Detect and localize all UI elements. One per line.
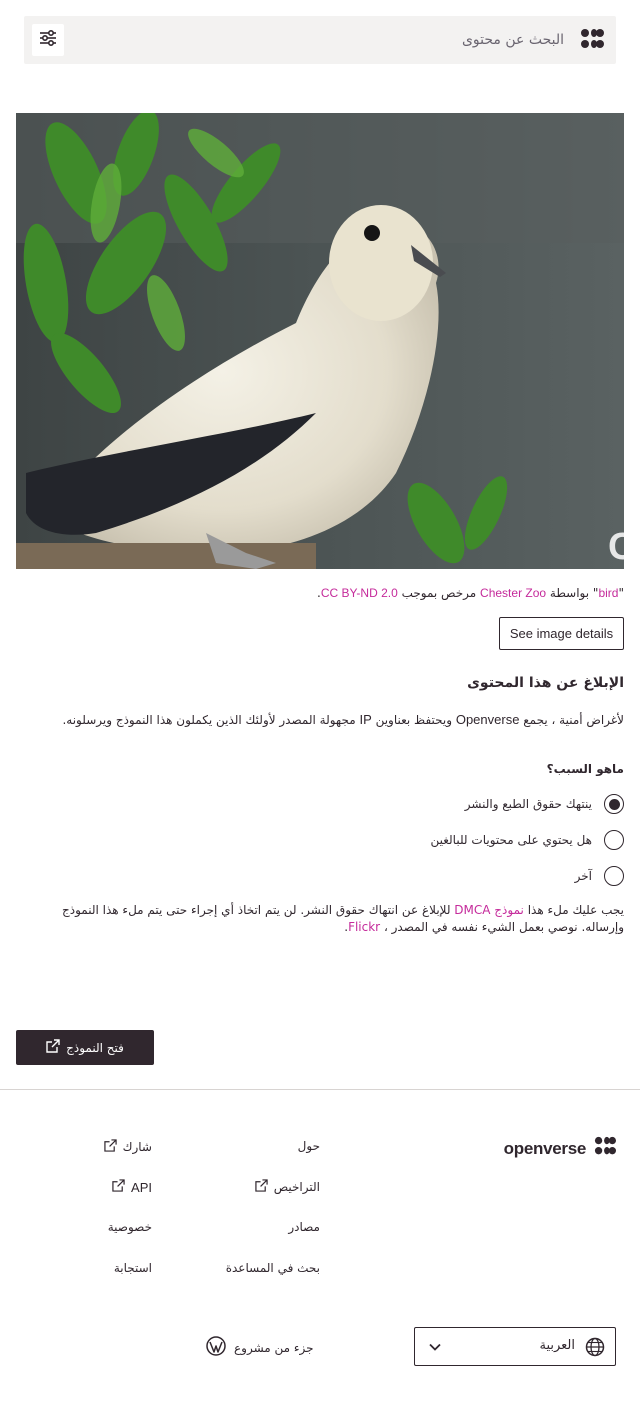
radio-button[interactable] [604, 830, 624, 850]
footer-link-share[interactable]: شارك [103, 1139, 152, 1155]
chevron-down-icon [427, 1339, 443, 1359]
openverse-logo-icon[interactable] [580, 28, 604, 52]
external-link-icon [255, 1179, 268, 1195]
reason-option-copyright[interactable]: ينتهك حقوق الطبع والنشر [465, 794, 624, 814]
flickr-source-link[interactable]: Flickr [348, 920, 380, 934]
open-form-button[interactable]: فتح النموذج [16, 1030, 154, 1065]
footer-link-label: بحث في المساعدة [225, 1261, 320, 1275]
openverse-logo-icon [594, 1136, 616, 1162]
footer-logo-text: openverse [503, 1139, 587, 1158]
report-title: الإبلاغ عن هذا المحتوى [467, 675, 624, 691]
footer-link-label: API [131, 1179, 152, 1195]
footer-link-search-help[interactable]: بحث في المساعدة [226, 1261, 320, 1275]
footer-link-privacy[interactable]: خصوصية [108, 1220, 152, 1234]
footer-logo[interactable]: openverse [504, 1136, 616, 1162]
reason-option-adult[interactable]: هل يحتوي على محتويات للبالغين [430, 830, 624, 850]
search-input[interactable] [184, 25, 564, 55]
footer-link-label: التراخيص [273, 1180, 320, 1194]
dmca-notice: يجب عليك ملء هذا نموذج DMCA للإبلاغ عن ا… [16, 902, 624, 936]
radio-label: آخر [574, 869, 592, 883]
radio-label: هل يحتوي على محتويات للبالغين [430, 833, 592, 847]
globe-icon [585, 1337, 605, 1361]
attribution-quote: " [618, 586, 624, 600]
footer-link-label: شارك [122, 1140, 152, 1154]
attribution-licensed: مرخص بموجب [397, 586, 481, 600]
report-desc-ip: IP [359, 712, 372, 727]
attribution-by: بواسطة [546, 586, 593, 600]
wordpress-project-link[interactable]: جزء من مشروع [206, 1336, 314, 1359]
language-value: العربية [539, 1338, 575, 1353]
report-desc-part: ويحتفظ بعناوين [371, 713, 456, 727]
reason-option-other[interactable]: آخر [575, 866, 624, 886]
image-title-link[interactable]: bird [598, 586, 618, 600]
open-form-label: فتح النموذج [66, 1040, 124, 1055]
radio-button[interactable] [604, 794, 624, 814]
main-image: ChesterZoo.org [16, 113, 624, 569]
sliders-icon [39, 29, 57, 50]
footer-link-feedback[interactable]: استجابة [114, 1261, 152, 1275]
dmca-form-link[interactable]: نموذج DMCA [454, 903, 524, 917]
report-desc-brand: Openverse [455, 712, 520, 727]
author-link[interactable]: Chester Zoo [480, 586, 546, 600]
footer-link-sources[interactable]: مصادر [288, 1220, 320, 1234]
search-bar [24, 16, 616, 64]
external-link-icon [103, 1139, 117, 1155]
external-link-icon [46, 1039, 60, 1056]
report-description: لأغراض أمنية ، يجمع Openverse ويحتفظ بعن… [16, 711, 624, 729]
see-image-details-button[interactable]: See image details [499, 617, 624, 650]
footer-link-label: استجابة [113, 1261, 152, 1275]
attribution-line: "bird" بواسطة Chester Zoo مرخص بموجب CC … [16, 585, 624, 601]
footer-link-label: مصادر [288, 1220, 320, 1234]
footer-link-licenses[interactable]: التراخيص [255, 1179, 320, 1195]
reason-question: ماهو السبب؟ [546, 762, 624, 776]
image-watermark: ChesterZoo.org [608, 526, 624, 568]
part-of-label: جزء من مشروع [234, 1340, 314, 1355]
wordpress-icon [206, 1336, 226, 1359]
footer-link-api[interactable]: API [112, 1179, 152, 1195]
external-link-icon [112, 1179, 125, 1195]
footer-link-about[interactable]: حول [298, 1139, 320, 1153]
filter-button[interactable] [32, 24, 64, 56]
footer-link-label: خصوصية [107, 1220, 152, 1234]
report-desc-part: مجهولة المصدر لأولئك الذين يكملون هذا ال… [62, 713, 360, 727]
dmca-text-part: يجب عليك ملء هذا [523, 903, 624, 917]
license-link[interactable]: CC BY-ND 2.0 [321, 586, 398, 600]
language-select[interactable]: العربية [414, 1327, 616, 1366]
radio-button[interactable] [604, 866, 624, 886]
report-desc-part: لأغراض أمنية ، يجمع [519, 713, 624, 727]
radio-label: ينتهك حقوق الطبع والنشر [464, 797, 592, 811]
footer-divider [0, 1089, 640, 1090]
footer-link-label: حول [297, 1139, 320, 1153]
